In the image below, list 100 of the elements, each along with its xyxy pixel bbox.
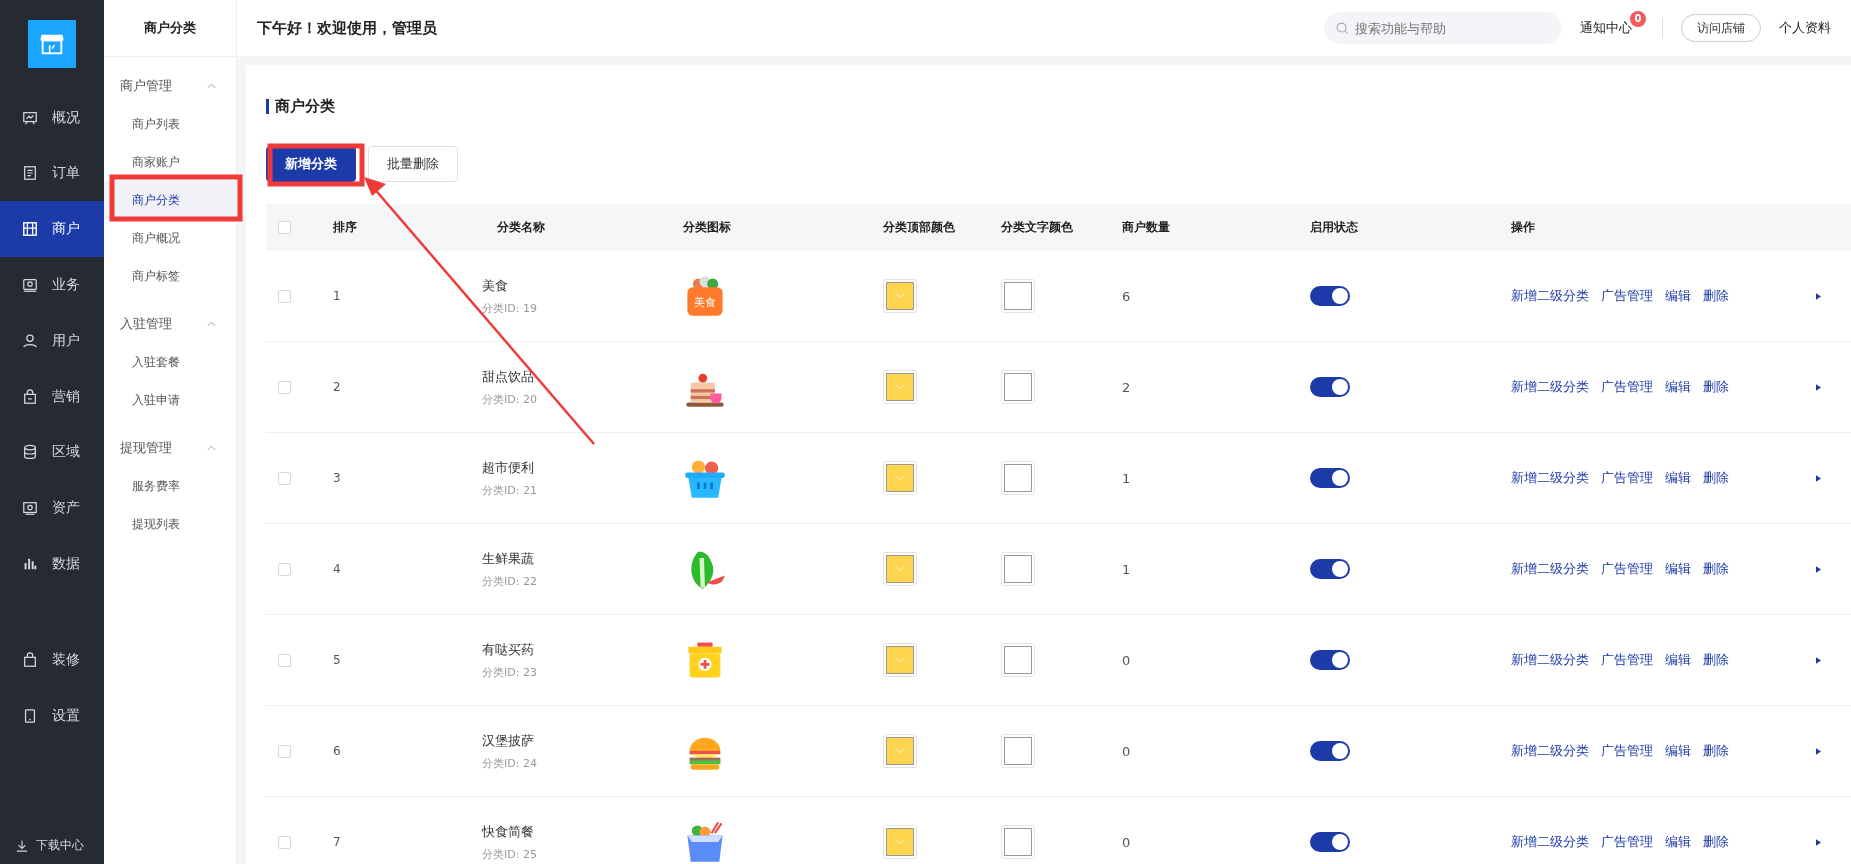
notification-center-link[interactable]: 通知中心	[1580, 20, 1632, 35]
visit-store-button[interactable]: 访问店铺	[1681, 14, 1761, 42]
submenu-item[interactable]: 商户列表	[104, 105, 236, 143]
row-checkbox[interactable]	[278, 744, 291, 758]
expand-arrow-icon[interactable]	[1816, 566, 1821, 573]
status-toggle[interactable]	[1310, 468, 1350, 488]
nav-item[interactable]: 数据	[0, 536, 104, 592]
action-link[interactable]: 删除	[1703, 560, 1729, 578]
text-color-picker[interactable]	[1001, 279, 1035, 313]
action-link[interactable]: 广告管理	[1601, 742, 1653, 760]
row-checkbox[interactable]	[278, 380, 291, 394]
sort-number: 4	[333, 562, 341, 576]
top-color-picker[interactable]	[883, 552, 917, 586]
action-link[interactable]: 新增二级分类	[1511, 469, 1589, 487]
action-link[interactable]: 删除	[1703, 378, 1729, 396]
submenu-item[interactable]: 商户分类	[104, 181, 236, 219]
text-color-picker[interactable]	[1001, 370, 1035, 404]
nav-item[interactable]: 营销	[0, 368, 104, 425]
nav-item[interactable]: 用户	[0, 312, 104, 369]
expand-arrow-icon[interactable]	[1816, 748, 1821, 755]
search-field[interactable]: 搜索功能与帮助	[1324, 12, 1562, 44]
nav-item[interactable]: 装修	[0, 631, 104, 688]
text-color-picker[interactable]	[1001, 825, 1035, 859]
expand-arrow-icon[interactable]	[1816, 475, 1821, 482]
action-link[interactable]: 广告管理	[1601, 560, 1653, 578]
top-color-picker[interactable]	[883, 643, 917, 677]
merchant-count: 0	[1122, 743, 1131, 759]
action-link[interactable]: 广告管理	[1601, 287, 1653, 305]
submenu-item[interactable]: 商户标签	[104, 257, 236, 295]
expand-arrow-icon[interactable]	[1816, 657, 1821, 664]
submenu-item[interactable]: 服务费率	[104, 467, 236, 505]
action-link[interactable]: 编辑	[1665, 469, 1691, 487]
row-checkbox[interactable]	[278, 835, 291, 849]
nav-item[interactable]: 订单	[0, 145, 104, 202]
action-link[interactable]: 广告管理	[1601, 378, 1653, 396]
select-all-checkbox[interactable]	[278, 221, 291, 234]
action-link[interactable]: 广告管理	[1601, 469, 1653, 487]
status-toggle[interactable]	[1310, 650, 1350, 670]
status-toggle[interactable]	[1310, 832, 1350, 852]
action-link[interactable]: 编辑	[1665, 287, 1691, 305]
profile-link[interactable]: 个人资料	[1779, 19, 1831, 37]
status-toggle[interactable]	[1310, 377, 1350, 397]
nav-item[interactable]: 业务	[0, 257, 104, 313]
action-link[interactable]: 编辑	[1665, 560, 1691, 578]
action-link[interactable]: 广告管理	[1601, 833, 1653, 851]
expand-arrow-icon[interactable]	[1816, 384, 1821, 391]
top-color-picker[interactable]	[883, 734, 917, 768]
top-color-picker[interactable]	[883, 825, 917, 859]
submenu-title: 商户分类	[104, 0, 236, 57]
column-header: 操作	[1511, 220, 1535, 234]
top-color-picker[interactable]	[883, 461, 917, 495]
text-color-picker[interactable]	[1001, 734, 1035, 768]
batch-delete-button[interactable]: 批量删除	[368, 146, 458, 182]
submenu-item[interactable]: 提现列表	[104, 505, 236, 543]
submenu-item[interactable]: 商家账户	[104, 143, 236, 181]
expand-arrow-icon[interactable]	[1816, 839, 1821, 846]
submenu-group[interactable]: 提现管理	[104, 429, 236, 467]
action-link[interactable]: 编辑	[1665, 378, 1691, 396]
expand-arrow-icon[interactable]	[1816, 293, 1821, 300]
row-checkbox[interactable]	[278, 562, 291, 576]
category-name: 甜点饮品	[482, 367, 535, 386]
action-link[interactable]: 新增二级分类	[1511, 651, 1589, 669]
text-color-picker[interactable]	[1001, 643, 1035, 677]
text-color-picker[interactable]	[1001, 552, 1035, 586]
action-link[interactable]: 新增二级分类	[1511, 378, 1589, 396]
sort-number: 3	[333, 471, 341, 485]
nav-item[interactable]: 设置	[0, 687, 104, 744]
action-link[interactable]: 删除	[1703, 742, 1729, 760]
submenu-item[interactable]: 商户概况	[104, 219, 236, 257]
nav-item[interactable]: 概况	[0, 89, 104, 146]
nav-item[interactable]: 区域	[0, 424, 104, 481]
row-checkbox[interactable]	[278, 289, 291, 303]
action-link[interactable]: 新增二级分类	[1511, 833, 1589, 851]
submenu-group[interactable]: 商户管理	[104, 67, 236, 105]
action-link[interactable]: 编辑	[1665, 833, 1691, 851]
top-color-picker[interactable]	[883, 279, 917, 313]
action-link[interactable]: 新增二级分类	[1511, 287, 1589, 305]
download-center-link[interactable]: 下载中心	[36, 837, 84, 855]
action-link[interactable]: 删除	[1703, 287, 1729, 305]
submenu-item[interactable]: 入驻申请	[104, 381, 236, 419]
submenu-item[interactable]: 入驻套餐	[104, 343, 236, 381]
status-toggle[interactable]	[1310, 559, 1350, 579]
action-link[interactable]: 编辑	[1665, 742, 1691, 760]
download-icon	[16, 839, 28, 852]
action-link[interactable]: 新增二级分类	[1511, 742, 1589, 760]
submenu-group[interactable]: 入驻管理	[104, 305, 236, 343]
action-link[interactable]: 删除	[1703, 651, 1729, 669]
row-checkbox[interactable]	[278, 653, 291, 667]
action-link[interactable]: 编辑	[1665, 651, 1691, 669]
action-link[interactable]: 广告管理	[1601, 651, 1653, 669]
action-link[interactable]: 新增二级分类	[1511, 560, 1589, 578]
top-color-picker[interactable]	[883, 370, 917, 404]
status-toggle[interactable]	[1310, 741, 1350, 761]
nav-item[interactable]: 资产	[0, 480, 104, 537]
row-checkbox[interactable]	[278, 471, 291, 485]
text-color-picker[interactable]	[1001, 461, 1035, 495]
action-link[interactable]: 删除	[1703, 469, 1729, 487]
action-link[interactable]: 删除	[1703, 833, 1729, 851]
nav-item[interactable]: 商户	[0, 201, 104, 258]
status-toggle[interactable]	[1310, 286, 1350, 306]
